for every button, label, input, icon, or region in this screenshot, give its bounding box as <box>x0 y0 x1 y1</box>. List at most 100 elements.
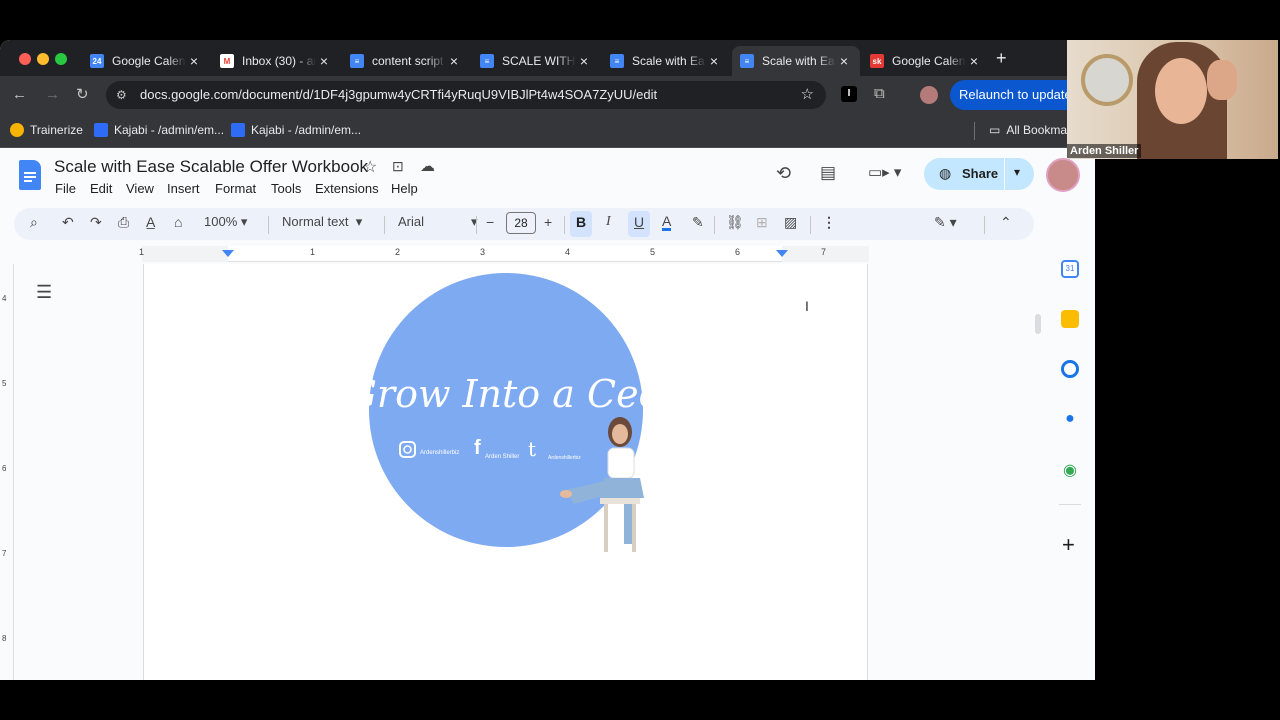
document-page[interactable]: Grow Into a Ceo Ardenshillerbiz f Arden … <box>143 264 868 680</box>
toolbar-divider <box>476 216 477 234</box>
document-outline-icon[interactable]: ☰ <box>36 282 52 303</box>
right-indent-marker[interactable] <box>776 250 788 257</box>
meet-icon[interactable]: ▭▸ ▾ <box>868 163 901 181</box>
menu-insert[interactable]: Insert <box>167 181 200 196</box>
docs-logo-icon[interactable] <box>19 160 41 190</box>
tab-scale-with-ease[interactable]: ≡ Scale with Ease × <box>602 46 730 76</box>
site-settings-icon[interactable]: ⚙ <box>116 81 127 109</box>
insert-link-icon[interactable]: ⛓ <box>726 214 744 231</box>
highlight-icon[interactable]: ✎ <box>692 214 704 231</box>
new-tab-icon[interactable]: + <box>996 48 1007 69</box>
maps-icon[interactable]: ◉ <box>1061 460 1079 479</box>
maximize-window-button[interactable] <box>55 53 67 65</box>
ruler-number: 4 <box>565 247 571 257</box>
docs-app: Scale with Ease Scalable Offer Workbook … <box>0 148 1095 680</box>
bold-icon[interactable]: B <box>576 214 586 230</box>
share-dropdown-icon[interactable]: ▾ <box>1014 165 1020 179</box>
close-tab-icon[interactable]: × <box>576 53 592 69</box>
menu-help[interactable]: Help <box>391 181 418 196</box>
menu-format[interactable]: Format <box>215 181 256 196</box>
font-select[interactable]: Arial ▾ <box>398 214 478 230</box>
zoom-select[interactable]: 100% ▾ <box>204 214 247 230</box>
menu-view[interactable]: View <box>126 181 154 196</box>
bookmark-kajabi-1[interactable]: Kajabi - /admin/em... <box>94 123 224 137</box>
contacts-icon[interactable]: ● <box>1061 410 1079 428</box>
tab-content-script[interactable]: ≡ content script × <box>342 46 470 76</box>
person-face <box>1155 58 1207 124</box>
menu-extensions[interactable]: Extensions <box>315 181 379 196</box>
text-color-icon[interactable]: A <box>662 214 672 231</box>
tab-google-calendar[interactable]: 24 Google Calendar × <box>82 46 210 76</box>
move-folder-icon[interactable]: ⊡ <box>392 158 404 175</box>
left-indent-marker[interactable] <box>222 250 234 257</box>
italic-icon[interactable]: I <box>606 214 611 230</box>
reload-icon[interactable]: ↻ <box>76 85 89 103</box>
scrollbar-thumb[interactable] <box>1035 314 1041 334</box>
bookmark-kajabi-2[interactable]: Kajabi - /admin/em... <box>231 123 361 137</box>
url-input[interactable]: ⚙ docs.google.com/document/d/1DF4j3gpumw… <box>106 81 826 109</box>
cloud-saved-icon: ☁ <box>420 158 435 175</box>
paragraph-style-select[interactable]: Normal text ▾ <box>282 214 362 230</box>
back-icon[interactable]: ← <box>12 86 27 103</box>
close-window-button[interactable] <box>19 53 31 65</box>
minimize-window-button[interactable] <box>37 53 49 65</box>
print-icon[interactable]: ⎙ <box>118 214 129 231</box>
toolbar-divider <box>564 216 565 234</box>
close-tab-icon[interactable]: × <box>966 53 982 69</box>
increase-font-size-icon[interactable]: + <box>544 214 552 230</box>
bookmark-star-icon[interactable]: ☆ <box>801 81 814 109</box>
tab-google-calendar-2[interactable]: sk Google Calendar × <box>862 46 990 76</box>
url-text: docs.google.com/document/d/1DF4j3gpumw4y… <box>140 87 658 102</box>
logo-image[interactable]: Grow Into a Ceo Ardenshillerbiz f Arden … <box>368 272 648 562</box>
extension-icon[interactable]: I <box>841 86 857 102</box>
undo-icon[interactable]: ↶ <box>62 214 74 231</box>
close-tab-icon[interactable]: × <box>706 53 722 69</box>
formatting-toolbar: ⌕ ↶ ↷ ⎙ A̲ ⌂ 100% ▾ Normal text ▾ Arial … <box>14 208 1034 240</box>
menu-file[interactable]: File <box>55 181 76 196</box>
close-tab-icon[interactable]: × <box>446 53 462 69</box>
comments-icon[interactable]: ▤ <box>820 163 836 183</box>
underline-icon[interactable]: U <box>634 214 644 230</box>
profile-avatar[interactable] <box>920 86 938 104</box>
ruler-number: 1 <box>310 247 316 257</box>
more-options-icon[interactable]: ⋮ <box>822 214 836 231</box>
tab-scale-with-ease-active[interactable]: ≡ Scale with Ease × <box>732 46 860 76</box>
insert-image-icon[interactable]: ▨ <box>784 214 797 231</box>
share-button[interactable]: ◍ Share ▾ <box>924 158 1034 190</box>
close-tab-icon[interactable]: × <box>316 53 332 69</box>
search-menus-icon[interactable]: ⌕ <box>30 214 38 231</box>
tab-inbox[interactable]: M Inbox (30) - arden × <box>212 46 340 76</box>
hide-menus-icon[interactable]: ⌃ <box>1000 214 1012 231</box>
bookmark-divider <box>974 122 975 140</box>
keep-icon[interactable] <box>1061 310 1079 328</box>
close-tab-icon[interactable]: × <box>836 53 852 69</box>
ruler-number: 5 <box>2 379 7 388</box>
extensions-puzzle-icon[interactable]: ⧉ <box>874 85 885 102</box>
add-comment-icon[interactable]: ⊞ <box>756 214 768 231</box>
doc-header: Scale with Ease Scalable Offer Workbook … <box>0 148 1095 204</box>
menu-tools[interactable]: Tools <box>271 181 301 196</box>
font-size-input[interactable]: 28 <box>506 212 536 234</box>
tasks-icon[interactable] <box>1061 360 1079 378</box>
forward-icon[interactable]: → <box>45 86 60 103</box>
star-icon[interactable]: ☆ <box>363 157 377 177</box>
editing-mode-icon[interactable]: ✎ ▾ <box>934 214 957 231</box>
decrease-font-size-icon[interactable]: − <box>486 214 494 230</box>
ruler-number: 1 <box>139 247 145 257</box>
close-tab-icon[interactable]: × <box>186 53 202 69</box>
version-history-icon[interactable]: ⟲ <box>776 163 791 184</box>
webcam-overlay: Arden Shiller <box>1067 40 1278 159</box>
bookmark-trainerize[interactable]: Trainerize <box>10 123 83 137</box>
spellcheck-icon[interactable]: A̲ <box>146 214 155 230</box>
share-label: Share <box>962 166 999 181</box>
paint-format-icon[interactable]: ⌂ <box>174 214 182 230</box>
vertical-ruler[interactable]: 4 5 6 7 8 <box>0 264 14 680</box>
get-addons-icon[interactable]: + <box>1062 532 1075 558</box>
calendar-icon[interactable]: 31 <box>1061 260 1079 278</box>
tab-scale-with-ease-caps[interactable]: ≡ SCALE WITH EASE × <box>472 46 600 76</box>
doc-title[interactable]: Scale with Ease Scalable Offer Workbook <box>54 157 368 177</box>
menu-edit[interactable]: Edit <box>90 181 112 196</box>
horizontal-ruler[interactable]: 1 1 2 3 4 5 6 7 <box>139 246 869 262</box>
redo-icon[interactable]: ↷ <box>90 214 102 231</box>
account-avatar[interactable] <box>1046 158 1080 192</box>
